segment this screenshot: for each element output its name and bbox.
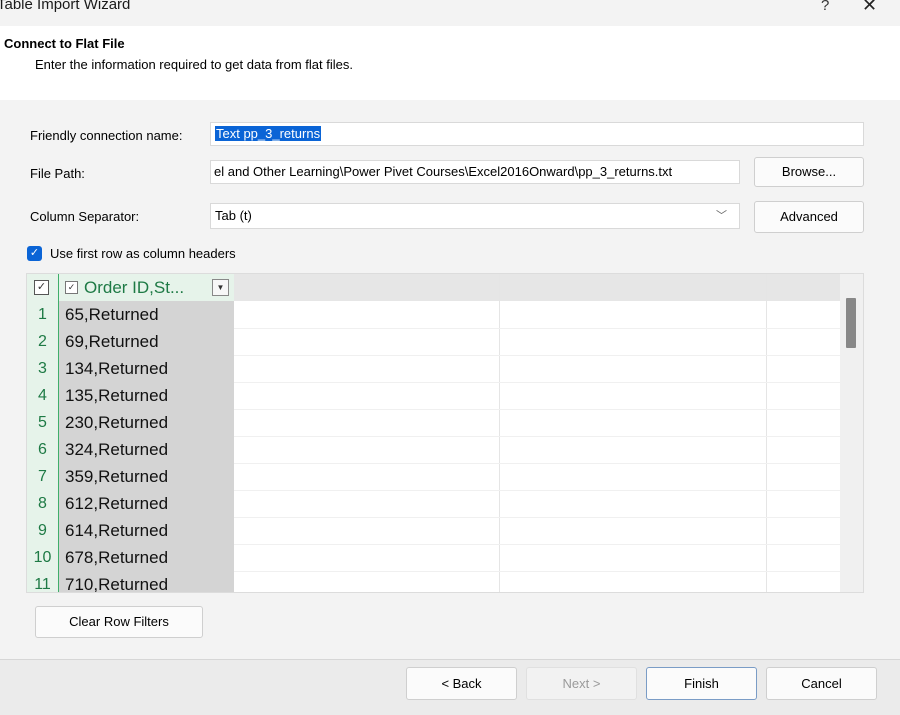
row-divider: [234, 571, 841, 572]
column-header-label: Order ID,St...: [84, 278, 185, 297]
row-divider: [234, 490, 841, 491]
row-number[interactable]: 1: [27, 301, 59, 328]
column-header-order-id[interactable]: ✓ Order ID,St... ▼: [59, 274, 234, 301]
select-all-checkbox[interactable]: ✓: [34, 280, 49, 295]
friendly-name-value: Text pp_3_returns: [215, 126, 322, 141]
table-cell: 678,Returned: [59, 544, 234, 571]
select-all-cell[interactable]: ✓: [27, 274, 59, 301]
window-title: Table Import Wizard: [0, 0, 131, 13]
title-bar: Table Import Wizard ? ✕: [0, 0, 900, 26]
friendly-name-input[interactable]: Text pp_3_returns: [210, 122, 864, 146]
table-cell: 359,Returned: [59, 463, 234, 490]
column-filter-dropdown-icon[interactable]: ▼: [212, 279, 229, 296]
table-cell: 134,Returned: [59, 355, 234, 382]
table-cell: 614,Returned: [59, 517, 234, 544]
browse-button[interactable]: Browse...: [754, 157, 864, 187]
row-divider: [234, 463, 841, 464]
row-divider: [234, 328, 841, 329]
row-number[interactable]: 3: [27, 355, 59, 382]
file-path-input[interactable]: el and Other Learning\Power Pivet Course…: [210, 160, 740, 184]
row-divider: [234, 355, 841, 356]
row-number[interactable]: 2: [27, 328, 59, 355]
column-checkbox[interactable]: ✓: [65, 281, 78, 294]
table-cell: 69,Returned: [59, 328, 234, 355]
row-number[interactable]: 5: [27, 409, 59, 436]
page-title: Connect to Flat File: [4, 36, 125, 51]
row-number[interactable]: 9: [27, 517, 59, 544]
help-icon[interactable]: ?: [821, 0, 829, 14]
column-separator-select[interactable]: Tab (t) ﹀: [210, 203, 740, 229]
cancel-button[interactable]: Cancel: [766, 667, 877, 700]
chevron-down-icon: ﹀: [716, 210, 727, 222]
row-divider: [234, 436, 841, 437]
close-icon[interactable]: ✕: [862, 0, 877, 16]
table-cell: 710,Returned: [59, 571, 234, 592]
table-cell: 65,Returned: [59, 301, 234, 328]
column-separator-label: Column Separator:: [30, 209, 140, 224]
vertical-scrollbar[interactable]: [840, 274, 863, 592]
row-number[interactable]: 11: [27, 571, 59, 592]
table-cell: 324,Returned: [59, 436, 234, 463]
use-first-row-checkbox[interactable]: ✓: [27, 246, 42, 261]
wizard-header: Connect to Flat File Enter the informati…: [0, 26, 900, 100]
back-button[interactable]: < Back: [406, 667, 517, 700]
finish-button[interactable]: Finish: [646, 667, 757, 700]
clear-row-filters-button[interactable]: Clear Row Filters: [35, 606, 203, 638]
row-number[interactable]: 10: [27, 544, 59, 571]
row-number[interactable]: 7: [27, 463, 59, 490]
row-divider: [234, 517, 841, 518]
page-subtitle: Enter the information required to get da…: [35, 57, 353, 72]
data-preview-grid: ✓ ✓ Order ID,St... ▼ 1 65,Returned 2 69,…: [26, 273, 864, 593]
row-divider: [234, 382, 841, 383]
scrollbar-thumb[interactable]: [846, 298, 856, 348]
column-separator-value: Tab (t): [215, 208, 252, 223]
next-button[interactable]: Next >: [526, 667, 637, 700]
table-cell: 612,Returned: [59, 490, 234, 517]
file-path-label: File Path:: [30, 166, 85, 181]
use-first-row-label: Use first row as column headers: [50, 246, 236, 261]
friendly-name-label: Friendly connection name:: [30, 128, 183, 143]
advanced-button[interactable]: Advanced: [754, 201, 864, 233]
row-divider: [234, 544, 841, 545]
row-number[interactable]: 6: [27, 436, 59, 463]
row-divider: [234, 409, 841, 410]
row-number[interactable]: 8: [27, 490, 59, 517]
table-cell: 135,Returned: [59, 382, 234, 409]
table-cell: 230,Returned: [59, 409, 234, 436]
row-number[interactable]: 4: [27, 382, 59, 409]
